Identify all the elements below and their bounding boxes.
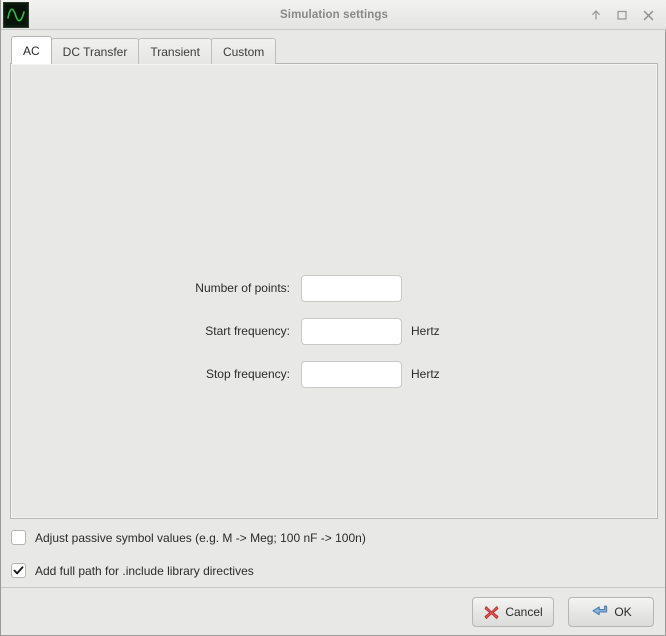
- field-row-number-of-points: Number of points:: [11, 274, 659, 302]
- ok-button-label: OK: [614, 606, 631, 618]
- red-x-icon: [483, 604, 500, 621]
- tab-dc-transfer[interactable]: DC Transfer: [51, 38, 140, 64]
- tab-ac[interactable]: AC: [11, 36, 52, 64]
- tab-bar: AC DC Transfer Transient Custom: [11, 37, 275, 64]
- ok-button[interactable]: OK: [568, 597, 654, 627]
- checkbox-box-add-full-path[interactable]: [11, 563, 26, 578]
- tab-custom-label: Custom: [223, 45, 264, 59]
- enter-arrow-icon: [590, 604, 609, 621]
- cancel-button-label: Cancel: [505, 606, 542, 618]
- number-of-points-input[interactable]: [301, 275, 402, 302]
- start-frequency-input[interactable]: [301, 318, 402, 345]
- check-icon: [13, 565, 24, 576]
- dialog-button-bar: Cancel OK: [1, 587, 665, 635]
- tab-custom[interactable]: Custom: [211, 38, 276, 64]
- stop-frequency-label: Stop frequency:: [11, 367, 301, 381]
- ac-form: Number of points: Start frequency: Hertz…: [11, 274, 659, 403]
- field-row-start-frequency: Start frequency: Hertz: [11, 317, 659, 345]
- tab-dc-transfer-label: DC Transfer: [63, 45, 128, 59]
- checkbox-box-adjust[interactable]: [11, 530, 26, 545]
- stop-frequency-input[interactable]: [301, 361, 402, 388]
- stop-frequency-unit: Hertz: [411, 367, 440, 381]
- checkbox-add-full-path-label: Add full path for .include library direc…: [35, 564, 254, 578]
- title-bar[interactable]: Simulation settings: [1, 0, 666, 30]
- checkbox-add-full-path[interactable]: Add full path for .include library direc…: [11, 563, 254, 578]
- close-window-icon[interactable]: [639, 6, 657, 24]
- checkbox-adjust-passive-symbol-values[interactable]: Adjust passive symbol values (e.g. M -> …: [11, 530, 366, 545]
- checkbox-adjust-label: Adjust passive symbol values (e.g. M -> …: [35, 531, 366, 545]
- tab-ac-label: AC: [23, 44, 40, 58]
- tab-transient-label: Transient: [150, 45, 200, 59]
- field-row-stop-frequency: Stop frequency: Hertz: [11, 360, 659, 388]
- cancel-button[interactable]: Cancel: [472, 597, 554, 627]
- start-frequency-label: Start frequency:: [11, 324, 301, 338]
- start-frequency-unit: Hertz: [411, 324, 440, 338]
- sine-wave-icon: [3, 2, 29, 28]
- ac-settings-panel: Number of points: Start frequency: Hertz…: [10, 63, 658, 519]
- maximize-window-icon[interactable]: [613, 6, 631, 24]
- window-title: Simulation settings: [1, 9, 666, 21]
- shade-window-icon[interactable]: [587, 6, 605, 24]
- number-of-points-label: Number of points:: [11, 281, 301, 295]
- tab-transient[interactable]: Transient: [138, 38, 212, 64]
